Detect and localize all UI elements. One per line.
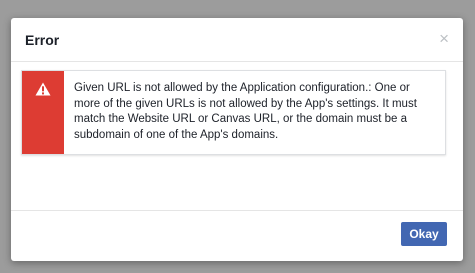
close-icon[interactable]: × <box>439 30 449 47</box>
dialog-footer-divider <box>11 210 463 211</box>
error-message-box: Given URL is not allowed by the Applicat… <box>21 70 446 155</box>
okay-button[interactable]: Okay <box>401 222 447 246</box>
error-icon-cell <box>22 71 64 154</box>
error-dialog: Error × Given URL is not allowed by the … <box>11 18 463 261</box>
error-message-text: Given URL is not allowed by the Applicat… <box>74 82 417 141</box>
dialog-title: Error <box>25 32 60 48</box>
warning-triangle-icon <box>35 82 51 96</box>
dialog-header: Error × <box>11 18 463 62</box>
